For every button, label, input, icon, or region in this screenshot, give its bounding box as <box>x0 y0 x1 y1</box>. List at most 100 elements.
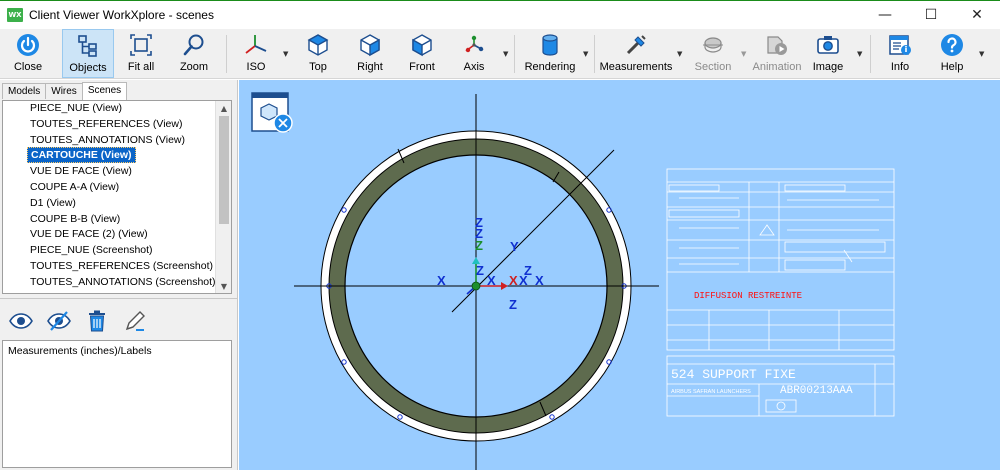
scene-label: TOUTES_REFERENCES (Screenshot) <box>30 259 214 272</box>
scene-list-item[interactable]: TOUTES_ANNOTATIONS (View) <box>3 133 215 149</box>
scene-list-item[interactable]: VUE DE FACE (View) <box>3 164 215 180</box>
scene-label: D1 (View) <box>30 196 76 209</box>
iso-dropdown-icon[interactable]: ▼ <box>283 50 288 58</box>
objects-tree-icon <box>73 32 103 60</box>
cube-front-icon <box>407 31 437 59</box>
rendering-label: Rendering <box>524 61 576 73</box>
measurements-panel[interactable]: Measurements (inches)/Labels <box>2 340 232 468</box>
scene-list-scrollbar[interactable]: ▲ ▼ <box>215 101 231 293</box>
main-toolbar: Close Objects Fit all Zoom ISO ▼ Top Rig… <box>0 29 1000 79</box>
scene-list-item[interactable]: TOUTES_ANNOTATIONS (Screenshot) <box>3 275 216 291</box>
scene-label: VUE DE FACE (View) <box>30 165 132 178</box>
image-button[interactable]: Image <box>806 29 850 78</box>
section-dropdown-icon[interactable]: ▼ <box>741 50 746 58</box>
help-button[interactable]: Help <box>930 29 974 78</box>
scene-label: TOUTES_ANNOTATIONS (View) <box>30 133 185 146</box>
section-button[interactable]: Section <box>688 29 738 78</box>
view-cube-icon[interactable] <box>251 92 293 133</box>
section-icon <box>698 31 728 59</box>
tab-models[interactable]: Models <box>2 83 47 99</box>
animation-icon <box>762 31 792 59</box>
scene-list-item[interactable]: PIECE_NUE (View) <box>3 101 215 117</box>
trash-icon[interactable] <box>80 306 114 336</box>
scene-list-item[interactable]: VUE DE FACE (2) (View) <box>3 227 215 243</box>
magnifier-icon <box>179 31 209 59</box>
scroll-down-icon[interactable]: ▼ <box>216 279 231 293</box>
objects-label: Objects <box>69 62 107 74</box>
axis-label-x: X <box>519 273 528 288</box>
cube-top-icon <box>303 31 333 59</box>
scene-label: PIECE_NUE (View) <box>30 102 122 114</box>
app-logo-icon: WX <box>7 8 23 22</box>
scene-label: CARTOUCHE (View) <box>27 147 136 164</box>
fit-all-button[interactable]: Fit all <box>117 29 165 78</box>
top-view-button[interactable]: Top <box>294 29 342 78</box>
help-dropdown-icon[interactable]: ▼ <box>979 50 984 58</box>
axis-label: Axis <box>463 61 485 73</box>
scene-list-item[interactable]: TOUTES_REFERENCES (Screenshot) <box>3 259 215 275</box>
scene-list-item[interactable]: D1 (View) <box>3 196 215 212</box>
axis-dropdown-icon[interactable]: ▼ <box>503 50 508 58</box>
tab-scenes[interactable]: Scenes <box>81 82 128 100</box>
close-button[interactable]: Close <box>4 29 52 78</box>
front-label: Front <box>409 61 435 73</box>
scene-list-item[interactable]: CARTOUCHE (View) <box>3 147 215 164</box>
panel-splitter[interactable] <box>0 298 238 302</box>
cylinder-icon <box>535 31 565 59</box>
show-eye-icon[interactable] <box>4 306 38 336</box>
rendering-button[interactable]: Rendering <box>520 29 580 78</box>
iso-label: ISO <box>246 61 266 73</box>
close-window-button[interactable]: ✕ <box>954 1 1000 29</box>
info-button[interactable]: Info <box>878 29 922 78</box>
scene-list-item[interactable]: TOUTES_REFERENCES (View) <box>3 117 215 133</box>
edit-pen-icon[interactable] <box>118 306 152 336</box>
scene-list[interactable]: PIECE_NUE (View) TOUTES_REFERENCES (View)… <box>2 100 232 294</box>
scroll-up-icon[interactable]: ▲ <box>216 101 231 115</box>
axis-button[interactable]: Axis <box>450 29 498 78</box>
fit-all-label: Fit all <box>127 61 155 73</box>
close-label: Close <box>13 61 43 73</box>
scene-label: COUPE A-A (View) <box>30 180 120 193</box>
zoom-button[interactable]: Zoom <box>170 29 218 78</box>
scene-list-item[interactable]: COUPE A-A (View) <box>3 180 215 196</box>
help-icon <box>937 31 967 59</box>
left-panel: Models Wires Scenes PIECE_NUE (View) TOUT… <box>0 80 238 470</box>
tab-wires[interactable]: Wires <box>45 83 83 99</box>
hide-eye-icon[interactable] <box>42 306 76 336</box>
camera-icon <box>813 31 843 59</box>
right-view-button[interactable]: Right <box>346 29 394 78</box>
right-label: Right <box>357 61 383 73</box>
viewport-canvas[interactable]: DIFFUSION RESTREINTE 524 SUPPORT FIXE AI… <box>239 80 1000 470</box>
maximize-button[interactable]: ☐ <box>908 1 954 29</box>
panel-tabs: Models Wires Scenes <box>2 82 128 100</box>
axis-label-x: X <box>487 273 496 288</box>
front-view-button[interactable]: Front <box>398 29 446 78</box>
animation-button[interactable]: Animation <box>750 29 804 78</box>
measurements-dropdown-icon[interactable]: ▼ <box>677 50 682 58</box>
part-name-label: 524 SUPPORT FIXE <box>671 367 796 382</box>
company-label: AIRBUS SAFRAN LAUNCHERS <box>671 389 751 395</box>
info-panel-icon <box>885 31 915 59</box>
scene-list-item[interactable]: COUPE B-B (View) <box>3 212 215 228</box>
axis-label-z: Z <box>475 238 483 253</box>
minimize-button[interactable]: — <box>862 1 908 29</box>
axis-label-x: X <box>437 273 446 288</box>
scene-list-item[interactable]: PIECE_NUE (Screenshot) <box>3 243 215 259</box>
measurements-button[interactable]: Measurements <box>600 29 672 78</box>
iso-axes-icon <box>241 31 271 59</box>
rendering-dropdown-icon[interactable]: ▼ <box>583 50 588 58</box>
axis-icon <box>459 31 489 59</box>
scroll-thumb[interactable] <box>219 116 229 224</box>
title-bar: WX Client Viewer WorkXplore - scenes — ☐… <box>0 0 1000 29</box>
objects-button[interactable]: Objects <box>62 29 114 78</box>
iso-view-button[interactable]: ISO <box>232 29 280 78</box>
section-label: Section <box>694 61 732 73</box>
image-label: Image <box>812 61 844 73</box>
3d-viewport[interactable]: DIFFUSION RESTREINTE 524 SUPPORT FIXE AI… <box>239 80 1000 470</box>
scene-label: COUPE B-B (View) <box>30 212 121 225</box>
zoom-label: Zoom <box>179 61 209 73</box>
scene-label: PIECE_NUE (Screenshot) <box>30 244 153 257</box>
scene-label: VUE DE FACE (2) (View) <box>30 228 148 241</box>
window-title: Client Viewer WorkXplore - scenes <box>29 8 214 22</box>
image-dropdown-icon[interactable]: ▼ <box>857 50 862 58</box>
